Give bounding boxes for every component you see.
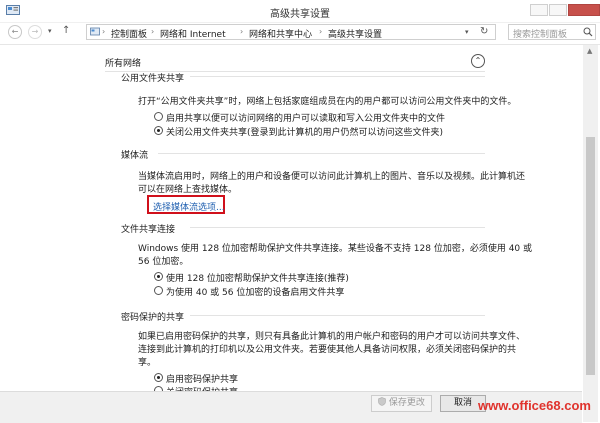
save-changes-label: 保存更改	[388, 398, 425, 408]
choose-media-streaming-link[interactable]: 选择媒体流选项...	[153, 200, 225, 213]
radio-label-128-bit-encryption[interactable]: 使用 128 位加密帮助保护文件共享连接(推荐)	[166, 271, 349, 284]
maximize-button[interactable]	[549, 4, 567, 16]
settings-panel: 所有网络 ⌃ 公用文件夹共享 打开“公用文件夹共享”时，网络上包括家庭组成员在内…	[0, 45, 582, 422]
address-dropdown-icon[interactable]: ▾	[465, 28, 469, 36]
public-folder-description: 打开“公用文件夹共享”时，网络上包括家庭组成员在内的用户都可以访问公用文件夹中的…	[138, 97, 517, 107]
collapse-section-button[interactable]: ⌃	[471, 54, 485, 68]
divider	[190, 315, 485, 316]
breadcrumb-separator-icon: ›	[151, 27, 155, 36]
radio-disable-public-sharing[interactable]	[154, 126, 163, 135]
divider	[158, 153, 485, 154]
file-sharing-description-line1: Windows 使用 128 位加密帮助保护文件共享连接。某些设备不支持 128…	[138, 244, 533, 254]
password-sharing-description-line2: 连接到此计算机的打印机以及公用文件夹。若要使其他人具备访问权限，必须关闭密码保护…	[138, 345, 517, 355]
radio-label-40-56-bit-encryption[interactable]: 为使用 40 或 56 位加密的设备启用文件共享	[166, 285, 344, 298]
media-stream-description-line2: 可以在网络上查找媒体。	[138, 185, 238, 195]
group-title-public-folder: 公用文件夹共享	[121, 74, 185, 84]
group-title-media-streaming: 媒体流	[121, 151, 149, 161]
minimize-button[interactable]	[530, 4, 548, 16]
radio-label-disable-public-sharing[interactable]: 关闭公用文件夹共享(登录到此计算机的用户仍然可以访问这些文件夹)	[166, 125, 443, 138]
radio-enable-password-sharing[interactable]	[154, 373, 163, 382]
window-title: 高级共享设置	[270, 9, 330, 20]
password-sharing-description-line3: 享。	[138, 358, 157, 368]
divider	[190, 76, 485, 77]
up-button[interactable]: ↑	[62, 25, 70, 36]
breadcrumb-advanced-sharing[interactable]: 高级共享设置	[328, 27, 382, 40]
group-title-file-sharing: 文件共享连接	[121, 225, 176, 235]
search-icon[interactable]	[583, 27, 593, 37]
radio-128-bit-encryption[interactable]	[154, 272, 163, 281]
breadcrumb-separator-icon: ›	[319, 27, 323, 36]
save-changes-button[interactable]: 保存更改	[371, 395, 432, 412]
password-sharing-description-line1: 如果已启用密码保护的共享，则只有具备此计算机的用户帐户和密码的用户才可以访问共享…	[138, 332, 526, 342]
breadcrumb-network-sharing-center[interactable]: 网络和共享中心	[249, 27, 312, 40]
refresh-icon[interactable]: ↻	[480, 26, 488, 37]
forward-button[interactable]: →	[28, 25, 42, 39]
search-placeholder: 搜索控制面板	[513, 30, 568, 40]
media-stream-description-line1: 当媒体流启用时，网络上的用户和设备便可以访问此计算机上的图片、音乐以及视频。此计…	[138, 172, 526, 182]
navigation-bar: ← → ▾ ↑ › 控制面板 › 网络和 Internet › 网络和共享中心 …	[0, 22, 600, 45]
radio-enable-public-sharing[interactable]	[154, 112, 163, 121]
scroll-up-arrow-icon[interactable]: ▲	[587, 47, 592, 55]
radio-label-enable-password-sharing[interactable]: 启用密码保护共享	[166, 372, 238, 385]
breadcrumb-network-internet[interactable]: 网络和 Internet	[160, 27, 226, 40]
file-sharing-description-line2: 56 位加密。	[138, 257, 189, 267]
breadcrumb-separator-icon: ›	[102, 27, 106, 36]
search-input[interactable]: 搜索控制面板	[508, 24, 596, 40]
group-title-password-sharing: 密码保护的共享	[121, 313, 185, 323]
control-panel-small-icon	[90, 27, 100, 36]
section-title-all-networks: 所有网络	[105, 59, 142, 69]
address-bar[interactable]: › 控制面板 › 网络和 Internet › 网络和共享中心 › 高级共享设置…	[86, 24, 496, 40]
back-button[interactable]: ←	[8, 25, 22, 39]
scrollbar-thumb[interactable]	[586, 137, 595, 375]
watermark: www.office68.com	[478, 398, 591, 413]
recent-pages-dropdown-icon[interactable]: ▾	[48, 27, 52, 35]
title-bar: 高级共享设置	[0, 0, 600, 23]
radio-label-enable-public-sharing[interactable]: 启用共享以便可以访问网络的用户可以读取和写入公用文件夹中的文件	[166, 111, 445, 124]
shield-icon	[378, 397, 386, 406]
breadcrumb-control-panel[interactable]: 控制面板	[111, 27, 147, 40]
radio-40-56-bit-encryption[interactable]	[154, 286, 163, 295]
divider	[190, 227, 485, 228]
breadcrumb-separator-icon: ›	[240, 27, 244, 36]
close-button[interactable]	[568, 4, 600, 16]
